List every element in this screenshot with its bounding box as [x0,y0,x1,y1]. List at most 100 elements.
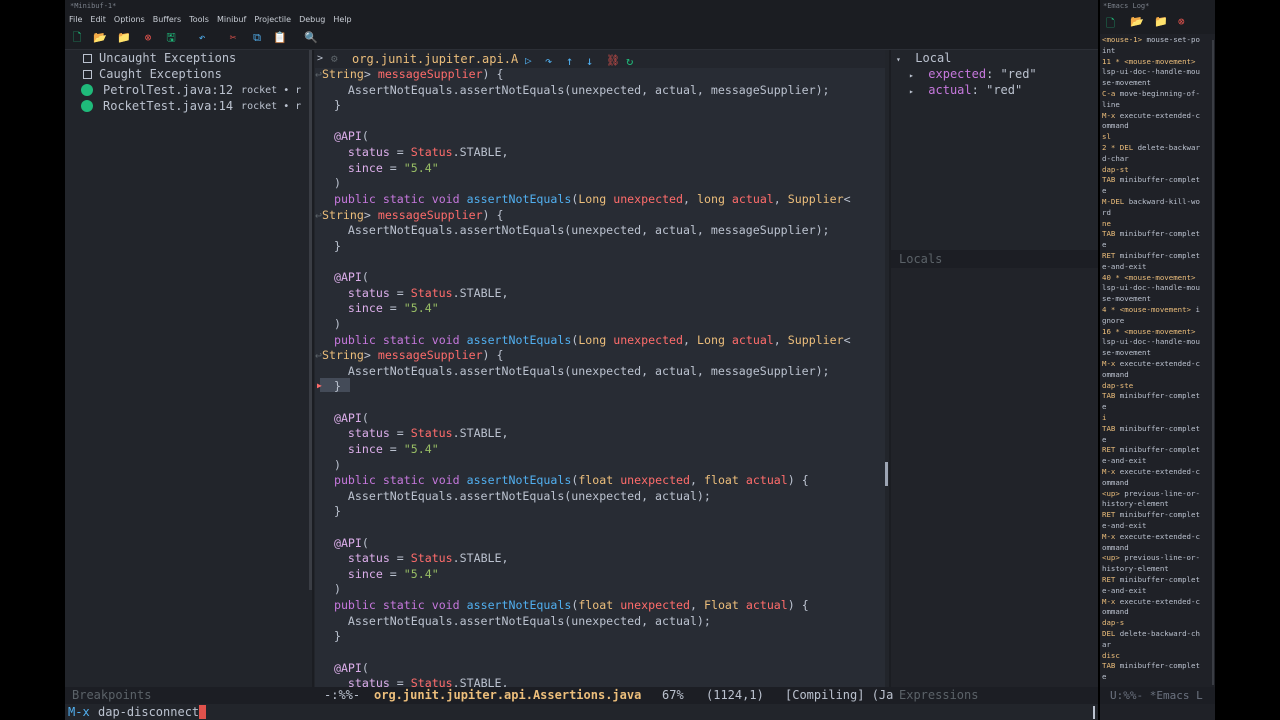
log-line: TAB minibuffer-complet [1102,175,1200,185]
log-line: 40 * <mouse-movement> [1102,272,1196,282]
disconnect-icon[interactable]: ⛓ [606,50,620,72]
code-line: } [320,629,341,644]
step-over-icon[interactable]: ↷ [545,50,552,72]
log-line: M-x execute-extended-c [1102,596,1200,606]
minibuffer[interactable]: M-x dap-disconnect [65,704,1098,720]
buffer-name[interactable]: org.junit.jupiter.api.Assertions.java [374,687,641,704]
code-line: } [320,238,341,253]
var-name: actual [928,83,972,97]
locals-title: Locals [899,252,943,266]
new-file-icon[interactable]: 🗋 [69,30,85,46]
menu-minibuf[interactable]: Minibuf [217,15,246,24]
major-mode[interactable]: [Compiling] (Ja [785,687,893,704]
cursor [199,705,206,719]
minibuffer-input[interactable]: dap-disconnect [98,704,199,720]
local-var-row[interactable]: ▸ actual: "red" [909,82,1022,98]
breakpoint-project: rocket • r [241,100,302,112]
cursor-position: (1124,1) [706,688,764,702]
locals-panel: ▾ Local ▸ expected: "red" ▸ actual: "red… [891,50,1098,687]
local-var-row[interactable]: ▸ expected: "red" [909,66,1037,82]
collapse-arrow-icon[interactable]: ▸ [909,87,914,96]
collapse-arrow-icon[interactable]: ▸ [909,71,914,80]
breakpoint-file: PetrolTest.java:12 [103,83,234,97]
code-line: @API( [333,660,369,675]
menu-projectile[interactable]: Projectile [254,15,291,24]
log-line: DEL delete-backward-ch [1102,629,1200,638]
log-line: e [1102,434,1107,444]
close-icon[interactable]: ⊗ [140,30,156,46]
log-line: history-element [1102,564,1169,574]
log-line: ommand [1102,121,1129,131]
menu-buffers[interactable]: Buffers [153,15,181,24]
step-in-icon[interactable]: ↓ [586,50,593,72]
code-line: status = Status.STABLE, [347,285,509,300]
log-line: C-a move-beginning-of- [1102,89,1200,98]
menu-help[interactable]: Help [333,15,351,24]
code-line: public static void assertNotEquals(float… [333,598,809,613]
window-divider[interactable] [312,50,314,687]
search-icon[interactable]: 🔍 [303,30,319,46]
code-line: } [320,98,341,113]
breakpoint-item[interactable]: RocketTest.java:14 rocket • r [81,98,301,114]
caught-exceptions-option[interactable]: Caught Exceptions [81,66,222,82]
log-line: ommand [1102,542,1129,552]
log-line: se-movement [1102,348,1151,358]
log-line: se-movement [1102,294,1151,304]
breakpoint-dot-icon [81,84,93,96]
log-line: i [1102,413,1107,422]
menu-edit[interactable]: Edit [90,15,106,24]
continue-icon[interactable]: ▷ [525,50,532,72]
open-folder-icon[interactable]: 📂 [92,30,108,46]
restart-icon[interactable]: ↻ [626,50,633,72]
log-line: 11 * <mouse-movement> [1102,56,1196,66]
editor-scrollbar[interactable] [885,462,888,486]
log-line: lsp-ui-doc--handle-mou [1102,283,1200,293]
code-line: since = "5.4" [347,441,439,456]
log-line: <up> previous-line-or- [1102,553,1200,563]
uncaught-exceptions-option[interactable]: Uncaught Exceptions [81,50,236,66]
open-dir-icon[interactable]: 📁 [116,30,132,46]
paste-icon[interactable]: 📋 [272,30,288,46]
menu-options[interactable]: Options [114,15,145,24]
minibuffer-prompt: M-x [68,705,90,719]
checkbox[interactable] [83,69,92,79]
locals-scope[interactable]: ▾ Local [896,50,951,66]
menu-tools[interactable]: Tools [189,15,209,24]
locals-modeline: Locals [891,250,1098,268]
code-line: public static void assertNotEquals(Long … [333,191,851,206]
log-line: M-x execute-extended-c [1102,467,1200,476]
expand-arrow-icon[interactable]: ▾ [896,55,901,64]
code-line: since = "5.4" [347,566,439,581]
code-editor[interactable]: > ⚙ org.junit.jupiter.api.A ▷ ↷ ↑ ↓ ⛓ ↻ … [315,50,885,687]
log-line: lsp-ui-doc--handle-mou [1102,67,1200,77]
log-line: M-x execute-extended-c [1102,110,1200,120]
log-tool-bar: 🗋 📂 📁 ⊗ [1100,12,1215,34]
open-dir-icon[interactable]: 📁 [1154,15,1168,28]
step-out-icon[interactable]: ↑ [566,50,573,72]
minibuffer-scrollbar[interactable] [1093,706,1095,719]
copy-icon[interactable]: ⧉ [249,30,265,46]
code-line: ↩String> messageSupplier) { [315,348,504,363]
log-scrollbar[interactable] [1212,40,1214,685]
log-window-title: *Emacs Log* [1100,0,1215,12]
menu-file[interactable]: File [69,15,82,24]
close-icon[interactable]: ⊗ [1178,15,1185,28]
log-line: 16 * <mouse-movement> [1102,326,1196,336]
breakpoints-title: Breakpoints [72,688,152,702]
breakpoint-item[interactable]: PetrolTest.java:12 rocket • r [81,82,301,98]
checkbox[interactable] [83,53,92,63]
save-icon[interactable]: 🖫 [163,30,179,46]
breakpoint-file: RocketTest.java:14 [103,99,234,113]
cut-icon[interactable]: ✂ [225,30,241,46]
undo-icon[interactable]: ↶ [194,30,210,46]
open-folder-icon[interactable]: 📂 [1130,15,1144,28]
log-line: TAB minibuffer-complet [1102,423,1200,433]
log-line: dap-st [1102,164,1129,174]
emacs-log-frame: *Emacs Log* 🗋 📂 📁 ⊗ <mouse-1> mouse-set-… [1100,0,1215,720]
code-line: } [320,379,341,394]
log-line: e [1102,186,1107,196]
var-value: "red" [986,83,1023,97]
menu-debug[interactable]: Debug [299,15,325,24]
code-line: since = "5.4" [347,301,439,316]
new-file-icon[interactable]: 🗋 [1106,15,1115,34]
